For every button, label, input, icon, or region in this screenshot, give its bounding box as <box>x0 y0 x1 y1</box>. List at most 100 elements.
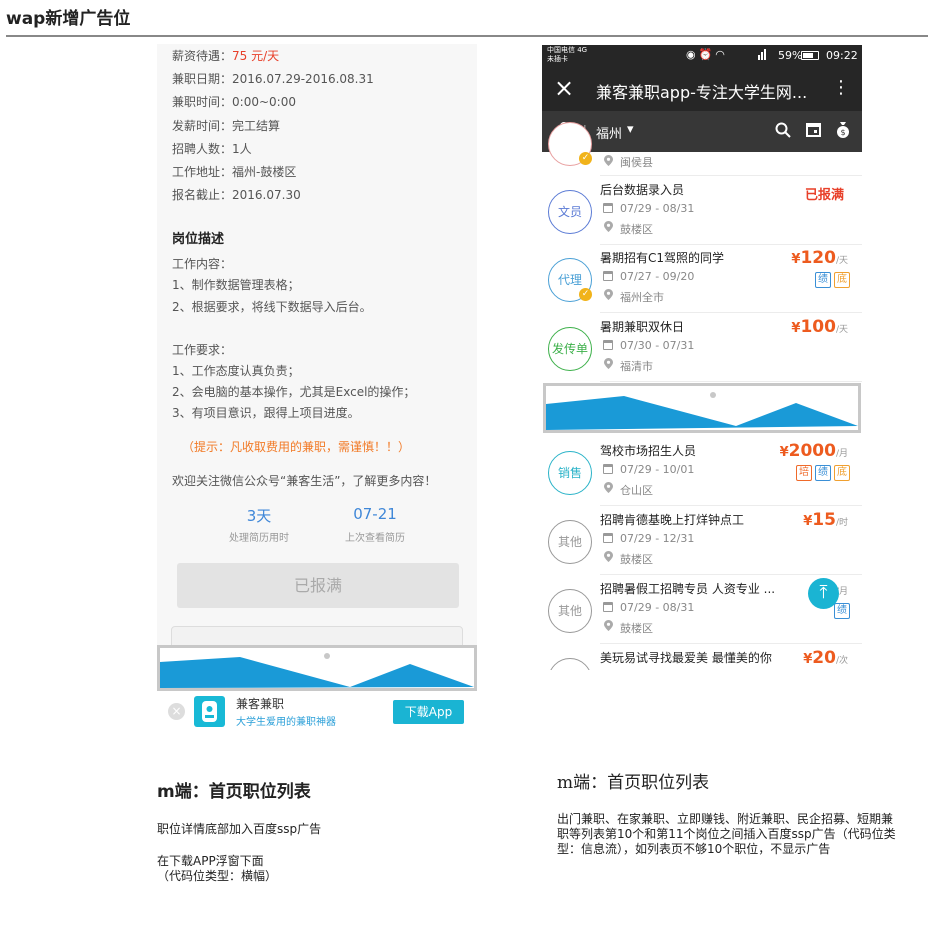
job-title: 招聘暑假工招聘专员 人资专业 ... <box>600 582 776 596</box>
calendar-icon <box>603 271 613 281</box>
ssp-feed-ad[interactable] <box>543 383 861 433</box>
verified-icon: ✓ <box>579 152 592 165</box>
info-value: 2016.07.29-2016.08.31 <box>232 72 374 87</box>
calendar-icon <box>603 602 613 612</box>
money-bag-icon[interactable]: $ <box>836 121 850 142</box>
signal-icon <box>758 47 768 63</box>
info-value: 福州-鼓楼区 <box>232 165 297 179</box>
left-caption-text2b: （代码位类型：横幅） <box>157 869 278 883</box>
city-selector[interactable]: 福州 <box>596 123 622 142</box>
info-label: 招聘人数： <box>172 141 233 156</box>
more-menu-icon[interactable]: ⋮ <box>832 77 850 98</box>
close-icon[interactable]: × <box>168 703 185 720</box>
right-caption-heading: m端：首页职位列表 <box>557 773 710 793</box>
status-bar: 中国电信 4G 未插卡 ◉⏰◠ 59% 09:22 <box>542 45 862 67</box>
job-location: 鼓楼区 <box>620 553 653 566</box>
info-label: 报名截止： <box>172 188 233 203</box>
job-title: 暑期兼职双休日 <box>600 320 685 334</box>
price-unit: /天 <box>835 256 848 266</box>
job-list-item[interactable]: 发传单 暑期兼职双休日 07/30 - 07/31 福清市 ¥100/天 <box>542 313 862 382</box>
category-circle: 其他 <box>548 520 592 564</box>
job-location: 鼓楼区 <box>620 223 653 236</box>
left-caption-text1: 职位详情底部加入百度ssp广告 <box>157 822 322 836</box>
category-circle: 销售 <box>548 451 592 495</box>
last-view-value: 07-21 <box>353 505 397 523</box>
req-item: 1、工作态度认真负责； <box>172 364 300 378</box>
job-tags: 培绩底 <box>796 465 850 481</box>
price-value: 2000 <box>788 441 836 461</box>
job-location: 福清市 <box>620 360 653 373</box>
page-title: wap新增广告位 <box>6 9 131 29</box>
job-list-item[interactable]: 美玩易试寻找最爱美 最懂美的你 ¥20/次 <box>542 644 862 670</box>
calendar-icon <box>603 464 613 474</box>
ad-placeholder-graphic <box>546 392 858 430</box>
app-slogan: 大学生爱用的兼职神器 <box>236 717 336 728</box>
info-value: 1人 <box>232 141 252 156</box>
chevron-down-icon[interactable]: ▾ <box>627 122 634 137</box>
follow-wechat-text: 欢迎关注微信公众号“兼客生活”，了解更多内容！ <box>172 474 437 488</box>
search-icon[interactable] <box>775 122 791 142</box>
job-location: 福州全市 <box>620 291 664 304</box>
info-label: 兼职日期： <box>172 72 233 87</box>
close-icon[interactable]: × <box>554 75 574 101</box>
location-pin-icon <box>604 620 613 631</box>
download-app-button[interactable]: 下载App <box>393 700 464 724</box>
job-info-row: 发薪时间：完工结算 <box>172 117 280 134</box>
job-title: 招聘肯德基晚上打烊钟点工 <box>600 513 745 527</box>
price-value: 15 <box>812 510 836 530</box>
status-icons: ◉⏰◠ <box>686 48 728 61</box>
info-label: 工作地址： <box>172 165 233 179</box>
download-app-bar: × 兼客兼职 大学生爱用的兼职神器 下载App <box>157 691 477 731</box>
ad-placeholder-graphic <box>160 653 474 688</box>
battery-icon <box>801 51 819 60</box>
job-date: 07/29 - 08/31 <box>620 601 695 614</box>
job-location: 鼓楼区 <box>620 622 653 635</box>
back-to-top-button[interactable]: ⤒ <box>808 578 839 609</box>
req-label: 工作要求： <box>172 343 233 357</box>
fee-warning-tip: （提示：凡收取费用的兼职，需谨慎！！） <box>182 440 411 454</box>
content-item: 2、根据要求，将线下数据导入后台。 <box>172 300 372 314</box>
job-list-item[interactable]: 其他 招聘肯德基晚上打烊钟点工 07/29 - 12/31 鼓楼区 ¥15/时 <box>542 506 862 575</box>
job-detail-screen: 薪资待遇：75 元/天 兼职日期：2016.07.29-2016.08.31 兼职时… <box>157 44 477 734</box>
job-title: 美玩易试寻找最爱美 最懂美的你 <box>600 651 772 665</box>
app-logo-icon <box>194 696 225 727</box>
job-info-row: 工作地址：福州-鼓楼区 <box>172 163 296 180</box>
price-unit: /天 <box>835 325 848 335</box>
full-status-button[interactable]: 已报满 <box>177 563 459 608</box>
job-tag-badge: 绩 <box>815 272 831 288</box>
list-item-partial[interactable]: ✓ 闽侯县 <box>542 122 862 176</box>
job-price: ¥2000/月 <box>780 441 848 461</box>
left-caption-text2a: 在下载APP浮窗下面 <box>157 854 264 868</box>
calendar-icon <box>603 533 613 543</box>
job-date: 07/29 - 10/01 <box>620 463 695 476</box>
currency-sign: ¥ <box>803 514 813 529</box>
info-label: 薪资待遇： <box>172 49 233 63</box>
job-list-item[interactable]: 销售 驾校市场招生人员 07/29 - 10/01 仓山区 ¥2000/月培绩底 <box>542 437 862 506</box>
job-list-item[interactable]: 代理 ✓ 暑期招有C1驾照的同学 07/27 - 09/20 福州全市 ¥120/天绩底 <box>542 244 862 313</box>
job-tag-badge: 培 <box>796 465 812 481</box>
battery-percent: 59% <box>778 49 803 62</box>
job-price: ¥20/次 <box>803 648 848 668</box>
calendar-icon <box>603 340 613 350</box>
info-value: 75 元/天 <box>232 49 280 63</box>
verified-icon: ✓ <box>579 288 592 301</box>
job-price: ¥120/天 <box>791 248 848 268</box>
price-value: 120 <box>800 248 836 268</box>
job-location: 闽侯县 <box>620 156 653 169</box>
price-unit: /时 <box>835 518 848 528</box>
job-tag-badge: 绩 <box>815 465 831 481</box>
job-info-row: 薪资待遇：75 元/天 <box>172 47 279 64</box>
job-title: 驾校市场招生人员 <box>600 444 697 458</box>
info-value: 2016.07.30 <box>232 188 301 203</box>
job-tag-badge: 底 <box>834 272 850 288</box>
job-list-item[interactable]: 文员 后台数据录入员 07/29 - 08/31 鼓楼区 已报满 <box>542 176 862 245</box>
calendar-icon[interactable] <box>806 122 821 141</box>
job-location: 仓山区 <box>620 484 653 497</box>
job-list-screen: 中国电信 4G 未插卡 ◉⏰◠ 59% 09:22 × 兼客兼职app-专注大学生… <box>542 45 862 670</box>
info-value: 完工结算 <box>232 118 281 133</box>
job-date: 07/29 - 12/31 <box>620 532 695 545</box>
row-divider <box>600 381 862 382</box>
location-pin-icon <box>604 155 613 166</box>
category-circle: 发传单 <box>548 327 592 371</box>
ssp-banner-ad[interactable] <box>157 645 477 691</box>
